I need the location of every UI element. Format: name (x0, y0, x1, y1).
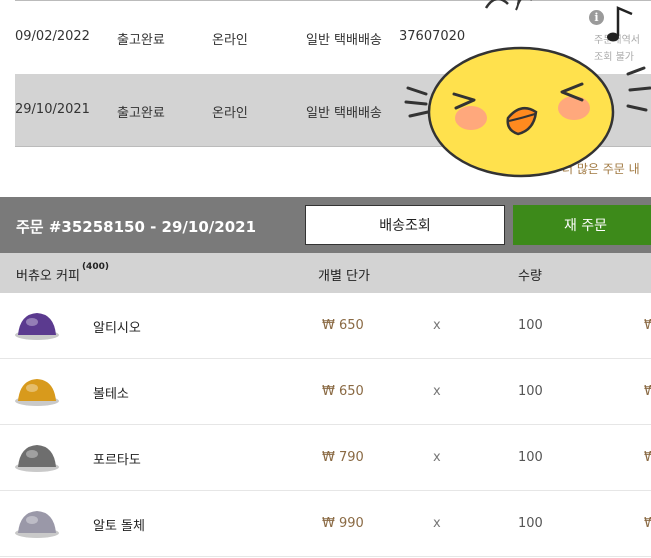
line-total: ₩ (644, 516, 651, 531)
order-list-row[interactable]: 09/02/2022 출고완료 온라인 일반 택배배송 37607020 (15, 1, 651, 73)
product-count: (400) (81, 261, 109, 272)
column-product: 버츄오 커피(400) (16, 261, 109, 284)
order-channel: 온라인 (212, 106, 248, 121)
info-note-line: 조회 불가 (594, 52, 634, 63)
table-row: 볼테소 ₩ 650 x 100 ₩ (0, 359, 651, 425)
unit-price: ₩ 650 (322, 318, 364, 333)
multiply-sign: x (433, 516, 441, 531)
capsule-icon (15, 511, 59, 538)
column-quantity: 수량 (518, 269, 542, 284)
column-unit-price: 개별 단가 (318, 269, 370, 284)
line-total: ₩ (644, 318, 651, 333)
info-note-line: 주문내역서 (594, 35, 640, 46)
table-row: 포르타도 ₩ 790 x 100 ₩ (0, 425, 651, 491)
product-name: 알티시오 (93, 321, 141, 336)
info-icon: i (589, 10, 604, 25)
unit-price: ₩ 650 (322, 384, 364, 399)
reorder-button[interactable]: 재 주문 (513, 205, 651, 245)
line-total: ₩ (644, 384, 651, 399)
order-list-row[interactable]: 29/10/2021 출고완료 온라인 일반 택배배송 (15, 74, 651, 146)
unit-price: ₩ 990 (322, 516, 364, 531)
order-delivery-type: 일반 택배배송 (306, 106, 382, 121)
order-status: 출고완료 (117, 106, 165, 121)
column-product-label: 버츄오 커피 (16, 269, 80, 284)
order-header-bar: 주문 #35258150 - 29/10/2021 배송조회 재 주문 (0, 197, 651, 253)
line-total: ₩ (644, 450, 651, 465)
unit-price: ₩ 790 (322, 450, 364, 465)
order-status: 출고완료 (117, 33, 165, 48)
table-row: 알토 돌체 ₩ 990 x 100 ₩ (0, 491, 651, 557)
order-items-table-header: 버츄오 커피(400) 개별 단가 수량 (0, 253, 651, 293)
order-date: 09/02/2022 (15, 29, 90, 44)
multiply-sign: x (433, 318, 441, 333)
multiply-sign: x (433, 450, 441, 465)
capsule-icon (15, 313, 59, 340)
table-row: 알티시오 ₩ 650 x 100 ₩ (0, 293, 651, 359)
capsule-icon (15, 445, 59, 472)
order-tracking-number[interactable]: 37607020 (399, 29, 465, 44)
order-date: 29/10/2021 (15, 102, 90, 117)
order-title: 주문 #35258150 - 29/10/2021 (16, 218, 257, 236)
quantity: 100 (518, 450, 543, 465)
multiply-sign: x (433, 384, 441, 399)
product-name: 알토 돌체 (93, 519, 145, 534)
info-note: 주문내역서 조회 불가 (594, 32, 640, 66)
quantity: 100 (518, 318, 543, 333)
order-channel: 온라인 (212, 33, 248, 48)
quantity: 100 (518, 384, 543, 399)
track-delivery-button[interactable]: 배송조회 (305, 205, 505, 245)
product-name: 포르타도 (93, 453, 141, 468)
product-name: 볼테소 (93, 387, 129, 402)
capsule-icon (15, 379, 59, 406)
quantity: 100 (518, 516, 543, 531)
divider (15, 146, 651, 147)
order-delivery-type: 일반 택배배송 (306, 33, 382, 48)
more-orders-link[interactable]: 더 많은 주문 내 (562, 160, 640, 177)
